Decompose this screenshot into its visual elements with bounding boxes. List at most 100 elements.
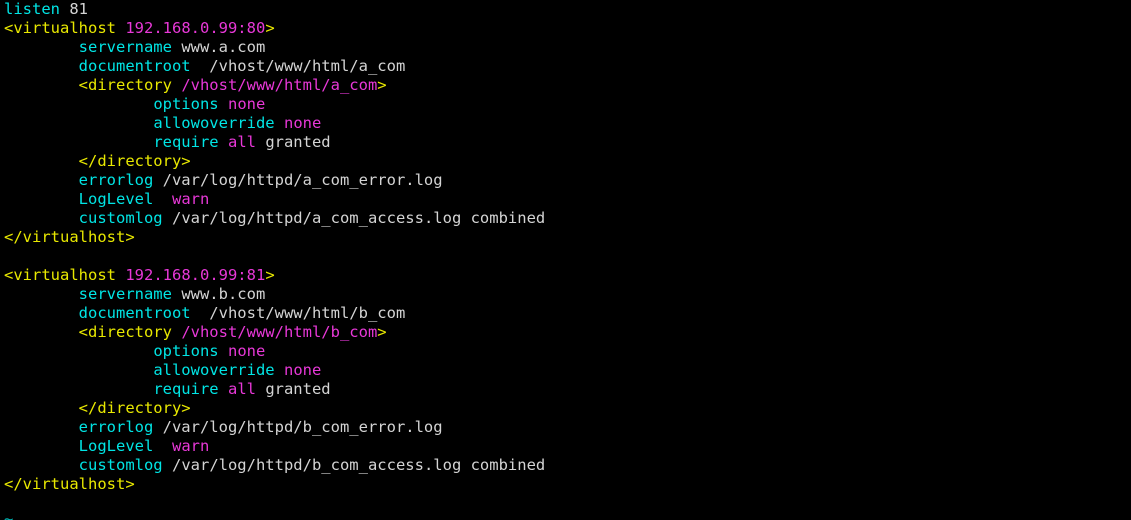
line-loglevel-b-token-3: warn [171, 437, 210, 455]
terminal-text-buffer[interactable]: listen 81 <virtualhost 192.168.0.99:80> s… [4, 0, 545, 494]
line-directory-open-a-token-3: > [377, 76, 387, 94]
line-loglevel-a-token-3: warn [171, 190, 210, 208]
line-errorlog-b: errorlog /var/log/httpd/b_com_error.log [4, 418, 545, 437]
line-directory-close-a-token-1: </directory> [78, 152, 191, 170]
line-require-b-token-0 [4, 380, 153, 398]
line-servername-b-token-0 [4, 285, 79, 303]
line-require-a-token-2 [219, 133, 228, 151]
line-documentroot-b-token-0 [4, 304, 79, 322]
line-options-a-token-3: none [227, 95, 266, 113]
line-allowoverride-a: allowoverride none [4, 114, 545, 133]
line-servername-a-token-1: servername [78, 38, 172, 56]
line-vhost-open-80-token-2: > [265, 19, 275, 37]
line-directory-open-a-token-0 [4, 76, 79, 94]
line-listen: listen 81 [4, 0, 545, 19]
line-directory-close-b-token-1: </directory> [78, 399, 191, 417]
line-loglevel-a-token-2 [153, 190, 172, 208]
line-customlog-b-token-1: customlog [78, 456, 163, 474]
line-require-a-token-1: require [153, 133, 219, 151]
line-documentroot-a-token-0 [4, 57, 79, 75]
line-options-a-token-2 [219, 95, 228, 113]
line-errorlog-b-token-2: /var/log/httpd/b_com_error.log [153, 418, 443, 436]
vim-filler-tilde: ~ [4, 510, 14, 520]
line-documentroot-a: documentroot /vhost/www/html/a_com [4, 57, 545, 76]
line-documentroot-a-token-2: /vhost/www/html/a_com [190, 57, 406, 75]
line-require-a: require all granted [4, 133, 545, 152]
line-require-b-token-4: granted [255, 380, 331, 398]
line-allowoverride-a-token-0 [4, 114, 153, 132]
line-allowoverride-b-token-3: none [283, 361, 322, 379]
line-vhost-open-81-token-1: 192.168.0.99:81 [125, 266, 266, 284]
line-require-b-token-2 [219, 380, 228, 398]
line-directory-open-a-token-1: <directory [78, 76, 182, 94]
line-documentroot-b-token-1: documentroot [78, 304, 191, 322]
line-directory-open-b: <directory /vhost/www/html/b_com> [4, 323, 545, 342]
line-errorlog-a-token-1: errorlog [78, 171, 154, 189]
line-vhost-close-81-token-0: </virtualhost> [4, 475, 135, 493]
line-errorlog-a: errorlog /var/log/httpd/a_com_error.log [4, 171, 545, 190]
line-require-b: require all granted [4, 380, 545, 399]
line-errorlog-b-token-0 [4, 418, 79, 436]
line-servername-b-token-2: www.b.com [171, 285, 266, 303]
line-options-b-token-2 [219, 342, 228, 360]
line-options-b: options none [4, 342, 545, 361]
line-documentroot-a-token-1: documentroot [78, 57, 191, 75]
line-allowoverride-b-token-0 [4, 361, 153, 379]
line-errorlog-a-token-0 [4, 171, 79, 189]
line-servername-a-token-0 [4, 38, 79, 56]
line-options-a-token-0 [4, 95, 153, 113]
line-loglevel-a-token-0 [4, 190, 79, 208]
line-allowoverride-a-token-2 [275, 114, 284, 132]
line-vhost-open-80-token-0: <virtualhost [4, 19, 126, 37]
line-require-b-token-3: all [227, 380, 256, 398]
line-customlog-b: customlog /var/log/httpd/b_com_access.lo… [4, 456, 546, 475]
line-allowoverride-a-token-1: allowoverride [153, 114, 275, 132]
line-customlog-a-token-1: customlog [78, 209, 163, 227]
line-vhost-close-80-token-0: </virtualhost> [4, 228, 135, 246]
line-servername-a: servername www.a.com [4, 38, 545, 57]
line-listen-token-1: 81 [60, 0, 88, 18]
line-options-b-token-1: options [153, 342, 219, 360]
line-documentroot-b: documentroot /vhost/www/html/b_com [4, 304, 545, 323]
line-vhost-open-81-token-2: > [265, 266, 275, 284]
line-loglevel-a: LogLevel warn [4, 190, 545, 209]
line-directory-open-b-token-2: /vhost/www/html/b_com [181, 323, 378, 341]
line-errorlog-b-token-1: errorlog [78, 418, 154, 436]
line-servername-b-token-1: servername [78, 285, 172, 303]
line-require-a-token-4: granted [255, 133, 331, 151]
line-documentroot-b-token-2: /vhost/www/html/b_com [190, 304, 406, 322]
line-allowoverride-b-token-2 [275, 361, 284, 379]
line-directory-close-b-token-0 [4, 399, 79, 417]
line-customlog-a-token-2: /var/log/httpd/a_com_access.log combined [162, 209, 546, 227]
line-directory-open-a: <directory /vhost/www/html/a_com> [4, 76, 545, 95]
line-directory-open-b-token-0 [4, 323, 79, 341]
line-servername-a-token-2: www.a.com [171, 38, 266, 56]
line-directory-close-b: </directory> [4, 399, 545, 418]
line-blank-1 [4, 247, 545, 266]
line-vhost-close-80: </virtualhost> [4, 228, 545, 247]
line-require-b-token-1: require [153, 380, 219, 398]
line-options-b-token-0 [4, 342, 153, 360]
line-directory-open-b-token-1: <directory [78, 323, 182, 341]
terminal-window[interactable]: listen 81 <virtualhost 192.168.0.99:80> s… [0, 0, 1131, 520]
line-options-b-token-3: none [227, 342, 266, 360]
line-customlog-a-token-0 [4, 209, 79, 227]
line-directory-open-a-token-2: /vhost/www/html/a_com [181, 76, 378, 94]
line-customlog-a: customlog /var/log/httpd/a_com_access.lo… [4, 209, 546, 228]
line-require-a-token-0 [4, 133, 153, 151]
line-directory-open-b-token-3: > [377, 323, 387, 341]
line-loglevel-b-token-1: LogLevel [78, 437, 154, 455]
line-vhost-close-81: </virtualhost> [4, 475, 545, 494]
line-directory-close-a-token-0 [4, 152, 79, 170]
line-servername-b: servername www.b.com [4, 285, 545, 304]
line-customlog-b-token-0 [4, 456, 79, 474]
line-loglevel-b: LogLevel warn [4, 437, 545, 456]
line-vhost-open-81: <virtualhost 192.168.0.99:81> [4, 266, 545, 285]
line-options-a: options none [4, 95, 545, 114]
line-allowoverride-a-token-3: none [283, 114, 322, 132]
line-loglevel-b-token-2 [153, 437, 172, 455]
line-loglevel-b-token-0 [4, 437, 79, 455]
line-options-a-token-1: options [153, 95, 219, 113]
line-vhost-open-80-token-1: 192.168.0.99:80 [125, 19, 266, 37]
line-errorlog-a-token-2: /var/log/httpd/a_com_error.log [153, 171, 443, 189]
